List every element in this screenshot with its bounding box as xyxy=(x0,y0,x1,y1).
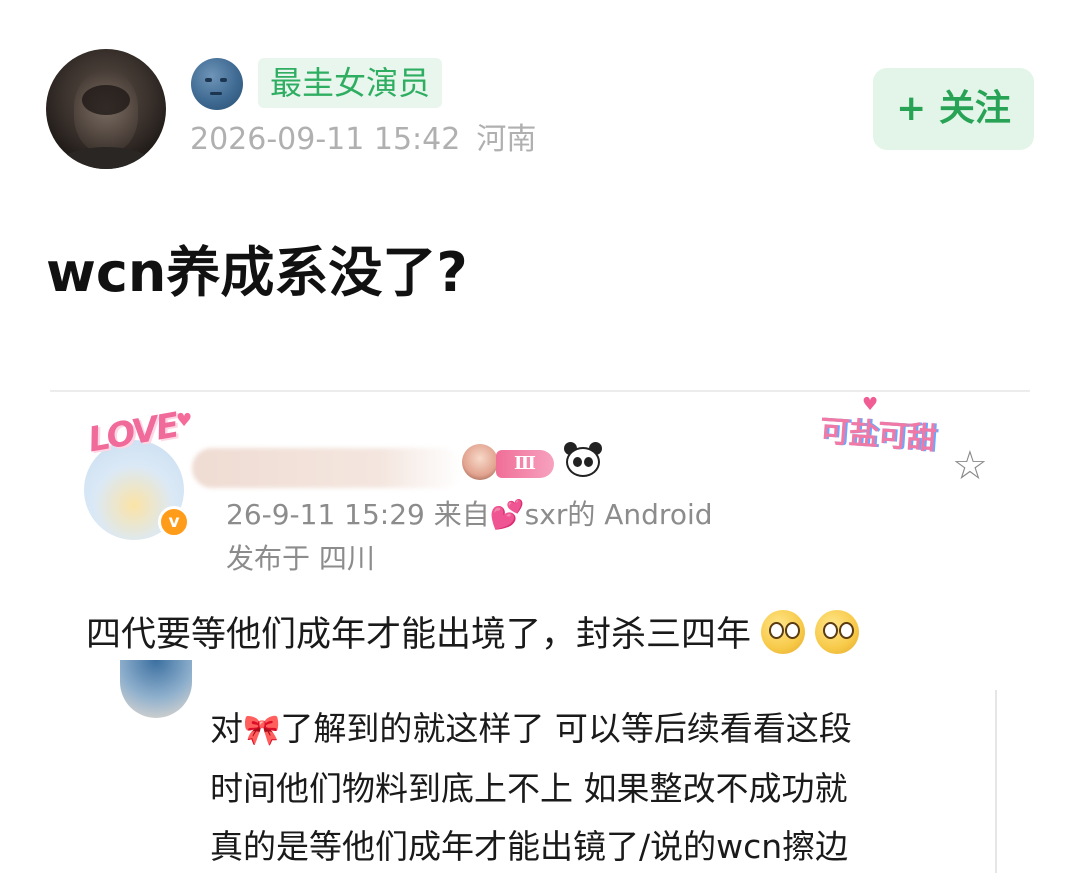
avatar-smudge xyxy=(82,85,130,115)
heart-icon: ♥ xyxy=(176,410,193,431)
moon-face-icon xyxy=(191,58,243,110)
bow-icon: 🎀 xyxy=(243,713,281,748)
star-outline-icon: ☆ xyxy=(952,443,988,489)
image-top-divider xyxy=(50,390,1030,392)
flushed-face-icon xyxy=(815,610,860,654)
heart-icon: 💕 xyxy=(489,498,525,531)
reply-avatar xyxy=(120,660,192,718)
embedded-body-text: 四代要等他们成年才能出境了，封杀三四年 xyxy=(86,615,752,655)
embedded-time: 26-9-11 15:29 xyxy=(226,498,425,531)
embedded-location: 发布于 四川 xyxy=(226,542,375,575)
panda-icon xyxy=(563,442,603,478)
avatar-shirt xyxy=(56,147,156,169)
author-badge[interactable]: 最圭女演员 xyxy=(258,58,443,108)
reply-line-3: 真的是等他们成年才能出镜了/说的wcn擦边 xyxy=(210,827,849,866)
level-badge: Ⅲ xyxy=(496,450,554,478)
reply-line-2: 时间他们物料到底上不上 如果整改不成功就 xyxy=(210,769,848,808)
user-sticker-icon xyxy=(462,444,498,480)
post-meta: 2026-09-11 15:42 河南 xyxy=(190,120,536,160)
embedded-device: sxr的 Android xyxy=(524,498,713,531)
embedded-meta: 26-9-11 15:29 来自💕sxr的 Android xyxy=(226,496,713,534)
author-avatar[interactable] xyxy=(46,49,166,169)
embedded-from: 来自 xyxy=(433,498,490,531)
reply-text: 对🎀了解到的就这样了 可以等后续看看这段 时间他们物料到底上不上 如果整改不成功… xyxy=(210,700,980,873)
blurred-username xyxy=(192,448,462,488)
post-title: wcn养成系没了? xyxy=(46,241,468,304)
post-time: 2026-09-11 15:42 xyxy=(190,122,461,157)
reply-line-1: 对🎀了解到的就这样了 可以等后续看看这段 xyxy=(210,700,980,760)
verified-icon: v xyxy=(158,506,190,538)
reply-border xyxy=(995,690,997,873)
embedded-body: 四代要等他们成年才能出境了，封杀三四年 xyxy=(86,610,860,659)
follow-button[interactable]: + 关注 xyxy=(873,68,1034,150)
post-location: 河南 xyxy=(476,122,537,157)
sweet-salty-sticker: 可盐可甜 xyxy=(818,413,937,457)
flushed-face-icon xyxy=(761,610,806,654)
